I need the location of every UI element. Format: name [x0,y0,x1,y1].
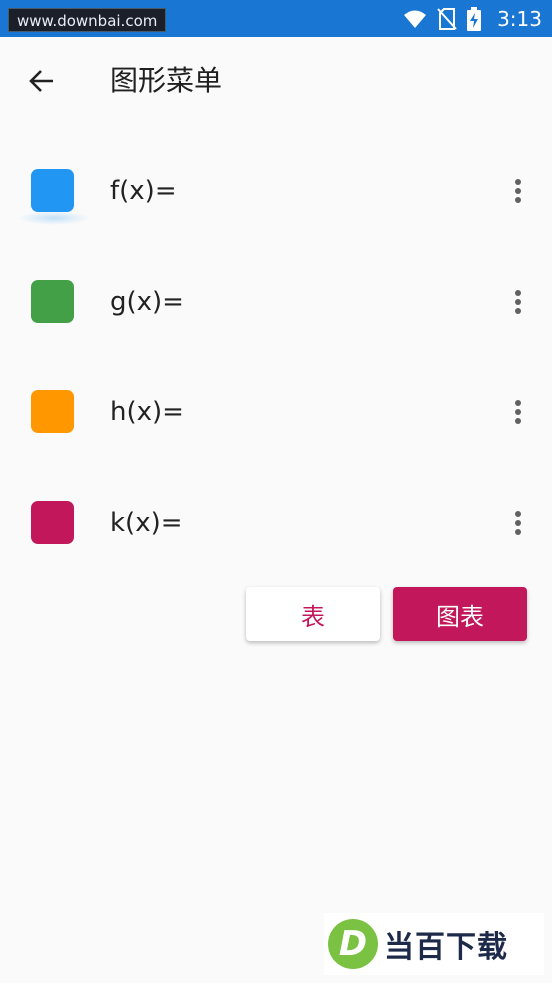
action-button-row: 表 图表 [0,587,552,643]
function-label-f[interactable]: f(x)= [110,175,177,207]
status-icons: 3:13 [403,0,542,37]
more-vert-icon [515,179,521,185]
function-list: f(x)= g(x)= h(x)= k(x)= [0,135,552,577]
more-options-button-g[interactable] [504,284,532,320]
table-button[interactable]: 表 [246,587,380,641]
more-options-button-f[interactable] [504,173,532,209]
more-vert-icon [515,510,521,517]
no-sim-icon [437,7,457,31]
function-item-g[interactable]: g(x)= [0,246,552,357]
function-label-h[interactable]: h(x)= [110,396,184,428]
function-label-k[interactable]: k(x)= [110,507,183,539]
swatch-shadow [18,211,90,225]
graph-button[interactable]: 图表 [393,587,527,641]
status-bar: www.downbai.com 3:13 [0,0,552,37]
function-item-k[interactable]: k(x)= [0,467,552,578]
more-options-button-h[interactable] [504,394,532,430]
brand-logo: D [328,919,378,969]
color-swatch-k[interactable] [31,500,74,544]
site-watermark: www.downbai.com [8,8,167,32]
more-vert-icon [515,400,521,406]
color-swatch-f[interactable] [31,169,74,212]
wifi-icon [403,8,427,30]
color-swatch-g[interactable] [31,279,74,323]
page-title: 图形菜单 [110,64,223,97]
arrow-left-icon [28,67,56,95]
function-label-g[interactable]: g(x)= [110,286,184,318]
brand-text: 当百下载 [384,930,508,965]
more-vert-icon [515,289,521,296]
battery-charging-icon [467,6,482,31]
brand-watermark: D 当百下载 [324,913,544,975]
status-time: 3:13 [497,6,542,31]
app-bar: 图形菜单 [0,37,552,125]
back-button[interactable] [18,59,66,103]
color-swatch-h[interactable] [31,390,74,433]
more-options-button-k[interactable] [504,505,532,541]
function-item-h[interactable]: h(x)= [0,356,552,467]
function-item-f[interactable]: f(x)= [0,135,552,246]
